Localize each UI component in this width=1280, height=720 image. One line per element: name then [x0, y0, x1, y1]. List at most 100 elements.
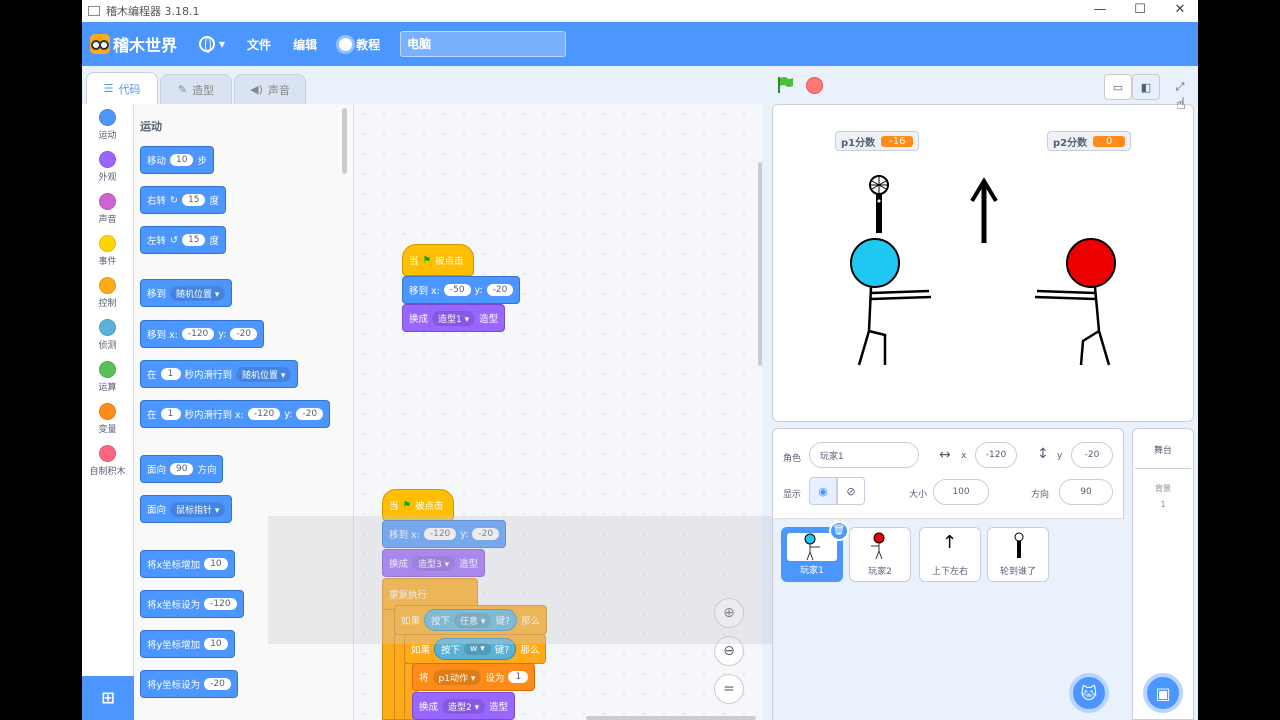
- block-text: 将y坐标增加: [147, 640, 201, 651]
- block-input[interactable]: 10: [204, 558, 228, 570]
- block-dropdown[interactable]: 鼠标指针: [170, 501, 226, 517]
- tutorial-menu[interactable]: 教程: [339, 36, 380, 53]
- project-name-input[interactable]: 电脑: [400, 31, 567, 57]
- block-text: 左转: [147, 236, 167, 247]
- block-input[interactable]: 10: [170, 154, 194, 166]
- block-input[interactable]: 1: [160, 408, 181, 420]
- sprite-name-input[interactable]: 玩家1: [809, 442, 919, 468]
- maximize-button[interactable]: ☐: [1122, 0, 1158, 22]
- language-menu[interactable]: ▾: [199, 36, 225, 53]
- block-text: 秒内滑行到: [184, 370, 233, 381]
- sprite-card-turn[interactable]: 轮到谁了: [987, 527, 1049, 582]
- block-point-towards[interactable]: 面向 鼠标指针: [140, 495, 233, 523]
- palette-scrollbar[interactable]: [342, 108, 347, 174]
- block-input[interactable]: 90: [170, 463, 194, 475]
- block-turn-right[interactable]: 右转 ↻ 15 度: [140, 186, 226, 214]
- block-dropdown[interactable]: w: [464, 643, 491, 655]
- block-set-x[interactable]: 将x坐标设为 -120: [140, 590, 244, 618]
- block-input[interactable]: -20: [230, 328, 258, 340]
- block-text: 当: [409, 256, 419, 267]
- category-looks[interactable]: 外观: [82, 146, 133, 188]
- block-input[interactable]: 1: [160, 368, 181, 380]
- green-flag-button[interactable]: [776, 76, 794, 94]
- logo[interactable]: 稽木世界: [90, 32, 177, 56]
- block-goto-random[interactable]: 移到 随机位置: [140, 279, 233, 307]
- app-icon: [88, 6, 100, 16]
- block-input[interactable]: -120: [204, 598, 237, 610]
- block-input[interactable]: -50: [443, 284, 471, 296]
- block-input[interactable]: 1: [508, 671, 529, 683]
- close-button[interactable]: ✕: [1162, 0, 1198, 22]
- stage-canvas[interactable]: p1分数 -16 p2分数 0: [772, 104, 1194, 422]
- block-goto-xy[interactable]: 移到 x: -120 y: -20: [140, 320, 265, 348]
- block-dropdown[interactable]: 随机位置: [236, 366, 292, 382]
- zoom-reset-button[interactable]: =: [714, 674, 744, 704]
- block-dropdown[interactable]: 随机位置: [170, 285, 226, 301]
- block-set-y[interactable]: 将y坐标设为 -20: [140, 670, 238, 698]
- file-menu[interactable]: 文件: [247, 36, 271, 53]
- sprite-card-arrows[interactable]: ↑ 上下左右: [919, 527, 981, 582]
- block-glide-random[interactable]: 在 1 秒内滑行到 随机位置: [140, 360, 299, 388]
- mouse-cursor-icon: ☝: [1176, 94, 1186, 113]
- edit-menu[interactable]: 编辑: [293, 36, 317, 53]
- script-vertical-scrollbar[interactable]: [758, 162, 762, 366]
- category-events[interactable]: 事件: [82, 230, 133, 272]
- block-switch-costume[interactable]: 换成 造型2 造型: [412, 692, 516, 720]
- block-input[interactable]: 10: [204, 638, 228, 650]
- small-stage-button[interactable]: ▭: [1104, 74, 1132, 100]
- block-input[interactable]: -120: [181, 328, 215, 340]
- sprite-card-player1[interactable]: 玩家1 🗑: [781, 521, 849, 582]
- add-sprite-button[interactable]: 🐱: [1069, 673, 1109, 713]
- category-sensing[interactable]: 侦测: [82, 314, 133, 356]
- sprite-card-player2[interactable]: 玩家2: [849, 527, 911, 582]
- x-input[interactable]: -120: [975, 442, 1017, 468]
- block-dropdown[interactable]: p1动作: [432, 669, 482, 685]
- block-move-steps[interactable]: 移动 10 步: [140, 146, 214, 174]
- block-input[interactable]: 15: [181, 234, 206, 246]
- tab-costumes[interactable]: ✎ 造型: [160, 74, 232, 104]
- show-button[interactable]: ◉: [809, 477, 837, 505]
- title-bar: 稽木编程器 3.18.1 — ☐ ✕: [82, 0, 1198, 22]
- add-backdrop-button[interactable]: ▣: [1143, 673, 1183, 713]
- category-label: 自制积木: [89, 467, 126, 477]
- tab-sounds[interactable]: ◀) 声音: [234, 74, 306, 104]
- block-change-x[interactable]: 将x坐标增加 10: [140, 550, 235, 578]
- block-point-direction[interactable]: 面向 90 方向: [140, 455, 224, 483]
- category-my-blocks[interactable]: 自制积木: [82, 440, 133, 482]
- block-set-variable[interactable]: 将 p1动作 设为 1: [412, 663, 536, 691]
- category-operators[interactable]: 运算: [82, 356, 133, 398]
- block-input[interactable]: -20: [204, 678, 231, 690]
- block-input[interactable]: -120: [247, 408, 281, 420]
- block-text: 被点击: [415, 501, 444, 512]
- block-input[interactable]: 15: [181, 194, 206, 206]
- block-goto-xy[interactable]: 移到 x: -50 y: -20: [402, 276, 521, 304]
- category-variables[interactable]: 变量: [82, 398, 133, 440]
- tab-code[interactable]: ☰ 代码: [86, 72, 158, 104]
- script-horizontal-scrollbar[interactable]: [586, 716, 756, 720]
- events-dot-icon: [99, 235, 116, 252]
- add-extension-button[interactable]: ⊞: [82, 676, 134, 720]
- block-input[interactable]: -20: [486, 284, 514, 296]
- hide-button[interactable]: ⊘: [837, 477, 865, 505]
- block-turn-left[interactable]: 左转 ↺ 15 度: [140, 226, 226, 254]
- normal-stage-button[interactable]: ◧: [1132, 74, 1160, 100]
- block-switch-costume[interactable]: 换成 造型1 造型: [402, 304, 506, 332]
- direction-input[interactable]: 90: [1059, 479, 1113, 505]
- category-motion[interactable]: 运动: [82, 104, 133, 146]
- block-input[interactable]: -20: [296, 408, 324, 420]
- block-dropdown[interactable]: 造型2: [442, 698, 486, 714]
- y-input[interactable]: -20: [1071, 442, 1113, 468]
- category-sound[interactable]: 声音: [82, 188, 133, 230]
- category-control[interactable]: 控制: [82, 272, 133, 314]
- block-when-flag-clicked[interactable]: 当 ⚑ 被点击: [402, 244, 474, 276]
- delete-sprite-button[interactable]: 🗑: [829, 521, 849, 541]
- block-dropdown[interactable]: 造型1: [432, 310, 476, 326]
- stop-button[interactable]: [806, 77, 823, 94]
- size-input[interactable]: 100: [933, 479, 989, 505]
- block-glide-xy[interactable]: 在 1 秒内滑行到 x: -120 y: -20: [140, 400, 331, 428]
- block-text: 换成: [409, 314, 429, 325]
- block-change-y[interactable]: 将y坐标增加 10: [140, 630, 235, 658]
- globe-icon: [199, 36, 216, 53]
- minimize-button[interactable]: —: [1082, 0, 1118, 22]
- stage-selector[interactable]: 舞台 背景 1 ▣: [1132, 428, 1194, 720]
